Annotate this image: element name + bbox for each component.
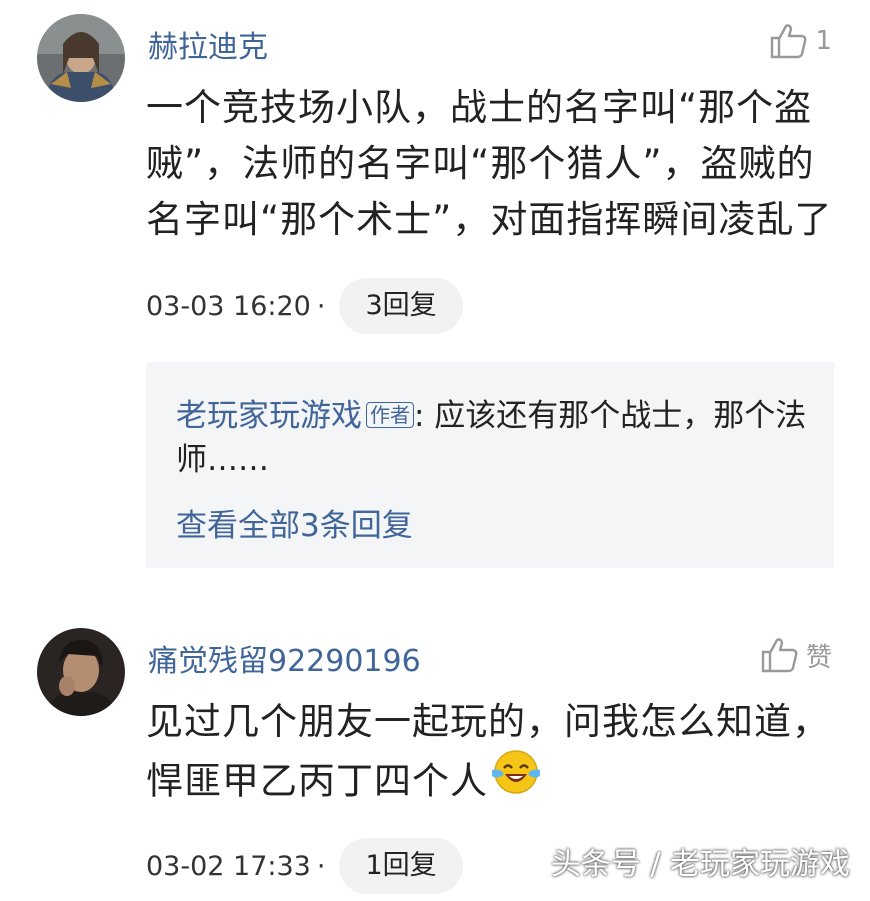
avatar[interactable]	[37, 628, 125, 716]
avatar-image-icon	[37, 628, 125, 716]
comment-text: 见过几个朋友一起玩的，问我怎么知道，悍匪甲乙丙丁四个人	[146, 694, 846, 816]
like-button[interactable]: 1	[767, 20, 832, 62]
reply-preview: 老玩家玩游戏 作者: 应该还有那个战士，那个法师……	[176, 394, 816, 482]
thumbs-up-icon	[761, 638, 798, 673]
reply-author[interactable]: 老玩家玩游戏	[176, 398, 362, 434]
thumbs-up-icon	[771, 24, 807, 59]
avatar-image-icon	[37, 14, 125, 102]
username[interactable]: 痛觉残留92290196	[148, 636, 421, 680]
laughing-crying-emoji-icon	[488, 746, 544, 812]
comment-meta: 03-03 16:20 · 3回复	[146, 278, 463, 334]
watermark: 头条号 / 老玩家玩游戏	[550, 847, 850, 882]
separator: ·	[316, 290, 326, 322]
reply-count-button[interactable]: 1回复	[339, 838, 463, 894]
reply-preview-box[interactable]: 老玩家玩游戏 作者: 应该还有那个战士，那个法师…… 查看全部3条回复	[146, 362, 834, 568]
like-count: 1	[815, 26, 832, 56]
username[interactable]: 赫拉迪克	[148, 22, 268, 66]
separator: ·	[316, 850, 326, 882]
like-label: 赞	[805, 642, 832, 673]
comment-meta: 03-02 17:33 · 1回复	[146, 838, 463, 894]
reply-count-button[interactable]: 3回复	[339, 278, 463, 334]
like-button[interactable]: 赞	[758, 634, 832, 676]
timestamp: 03-03 16:20	[146, 290, 311, 322]
timestamp: 03-02 17:33	[146, 850, 311, 882]
see-all-replies-link[interactable]: 查看全部3条回复	[176, 500, 413, 545]
author-badge: 作者	[366, 401, 414, 428]
comment-text: 一个竞技场小队，战士的名字叫“那个盗贼”，法师的名字叫“那个猎人”，盗贼的名字叫…	[146, 86, 833, 241]
avatar[interactable]	[37, 14, 125, 102]
